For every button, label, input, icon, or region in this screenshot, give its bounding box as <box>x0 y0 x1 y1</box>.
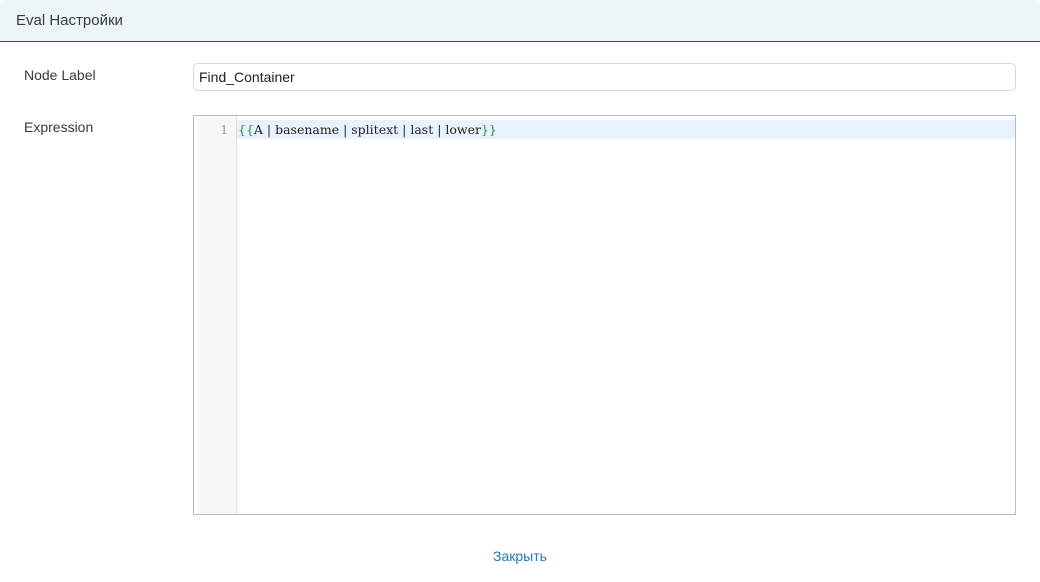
node-label-input[interactable] <box>193 63 1016 91</box>
expression-label: Expression <box>24 119 94 135</box>
expression-text: A | basename | splitext | last | lower <box>253 122 481 137</box>
dialog-title: Eval Настройки <box>16 12 123 29</box>
eval-settings-dialog: Eval Настройки Node Label Expression 1 {… <box>0 0 1040 582</box>
expression-code-editor[interactable]: 1 {{A | basename | splitext | last | low… <box>193 115 1016 515</box>
line-number: 1 <box>220 123 228 137</box>
close-brace: }} <box>480 122 497 137</box>
line-number-gutter: 1 <box>198 116 237 514</box>
open-brace: {{ <box>238 122 254 137</box>
close-button-row: Закрыть <box>0 548 1040 564</box>
node-label-label: Node Label <box>24 67 96 83</box>
code-line[interactable]: {{A | basename | splitext | last | lower… <box>238 122 497 138</box>
dialog-header: Eval Настройки <box>0 0 1040 42</box>
close-button[interactable]: Закрыть <box>493 548 547 564</box>
